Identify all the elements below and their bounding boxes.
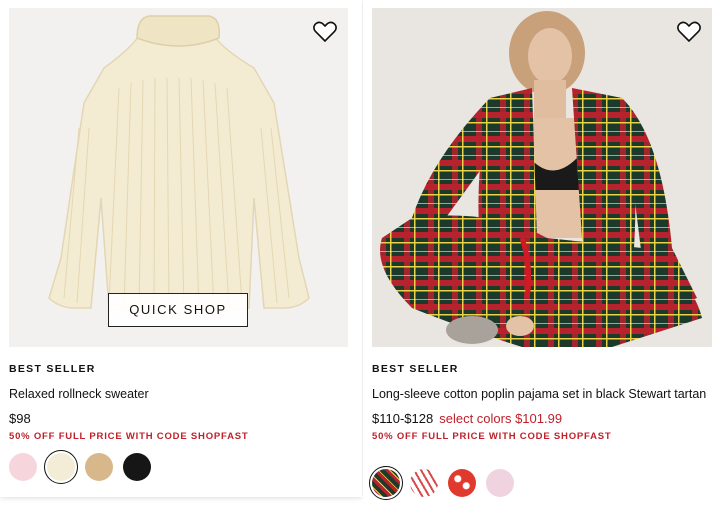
promo-text: 50% OFF FULL PRICE WITH CODE SHOPFAST [9, 431, 249, 442]
price-row: $110-$128 select colors $101.99 [372, 411, 711, 426]
best-seller-badge: BEST SELLER [9, 363, 96, 375]
product-image[interactable]: QUICK SHOP [9, 8, 348, 347]
swatch-ivory[interactable] [44, 450, 78, 484]
price-row: $98 [9, 411, 348, 426]
pajama-model-image [372, 8, 712, 347]
wishlist-heart-icon[interactable] [312, 20, 338, 44]
swatch-camel[interactable] [85, 453, 113, 481]
swatch-red-print[interactable] [448, 469, 476, 497]
promo-text: 50% OFF FULL PRICE WITH CODE SHOPFAST [372, 431, 612, 442]
color-swatches [369, 466, 514, 500]
best-seller-badge: BEST SELLER [372, 363, 459, 375]
product-card[interactable]: BEST SELLER Long-sleeve cotton poplin pa… [363, 0, 725, 507]
swatch-light-pink[interactable] [486, 469, 514, 497]
swatch-black-stewart-tartan[interactable] [369, 466, 403, 500]
swatch-black[interactable] [123, 453, 151, 481]
product-price: $110-$128 [372, 411, 434, 426]
product-price: $98 [9, 411, 31, 426]
quick-shop-button[interactable]: QUICK SHOP [108, 293, 248, 327]
swatch-pink[interactable] [9, 453, 37, 481]
wishlist-heart-icon[interactable] [676, 20, 702, 44]
product-title[interactable]: Long-sleeve cotton poplin pajama set in … [372, 386, 711, 402]
product-info: BEST SELLER Long-sleeve cotton poplin pa… [372, 363, 711, 442]
product-info: BEST SELLER Relaxed rollneck sweater $98… [9, 363, 348, 442]
swatch-red-white-stripe[interactable] [410, 469, 438, 497]
product-image[interactable] [372, 8, 712, 347]
product-card[interactable]: QUICK SHOP BEST SELLER Relaxed rollneck … [0, 0, 362, 497]
product-title[interactable]: Relaxed rollneck sweater [9, 386, 348, 402]
color-swatches [9, 450, 151, 484]
sale-price: select colors $101.99 [439, 411, 563, 426]
